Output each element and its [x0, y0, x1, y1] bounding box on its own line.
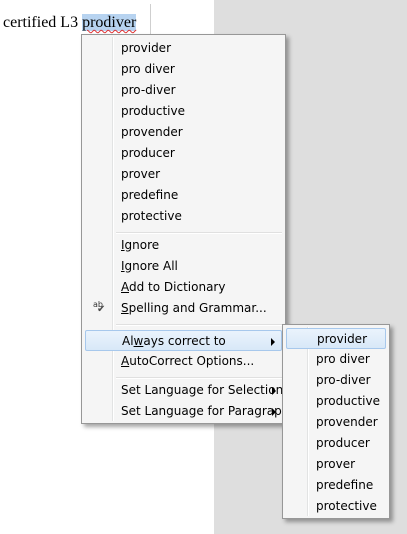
suggestion-label: prover — [121, 167, 161, 181]
spelling-check-icon: ab ✔ — [93, 300, 106, 315]
suggestion-item[interactable]: predefine — [85, 185, 282, 206]
suggestion-label: protective — [121, 209, 182, 223]
set-language-selection-label: Set Language for Selection — [121, 383, 284, 397]
set-language-selection-item[interactable]: Set Language for Selection — [85, 380, 284, 401]
autocorrect-suggestion-item[interactable]: provider — [286, 328, 386, 349]
autocorrect-suggestion-label: producer — [316, 436, 370, 450]
submenu-arrow-icon — [272, 387, 276, 395]
suggestion-label: productive — [121, 104, 185, 118]
suggestion-label: provider — [121, 41, 171, 55]
suggestion-label: provender — [121, 125, 183, 139]
spelling-context-menu: provider pro diver pro-diver productive … — [81, 34, 289, 424]
spelling-and-grammar-item[interactable]: ab ✔ Spelling and Grammar... — [85, 298, 282, 319]
menu-separator — [116, 232, 282, 234]
menu-separator — [116, 377, 282, 379]
menu-separator — [116, 324, 282, 326]
autocorrect-suggestion-label: protective — [316, 499, 377, 513]
autocorrect-suggestion-label: provider — [317, 332, 367, 346]
suggestion-item[interactable]: producer — [85, 143, 282, 164]
document-text-line[interactable]: certified L3 prodiver — [3, 14, 137, 32]
misspelled-word[interactable]: prodiver — [82, 14, 137, 31]
spelling-and-grammar-label: Spelling and Grammar... — [121, 301, 267, 315]
autocorrect-suggestion-label: productive — [316, 394, 380, 408]
submenu-arrow-icon — [271, 338, 275, 346]
autocorrect-suggestion-item[interactable]: pro-diver — [286, 370, 386, 391]
always-correct-to-item[interactable]: Always correct to — [85, 330, 282, 351]
always-correct-to-label: Always correct to — [122, 334, 226, 348]
suggestion-item[interactable]: provender — [85, 122, 282, 143]
autocorrect-suggestion-label: provender — [316, 415, 378, 429]
suggestion-label: pro diver — [121, 62, 175, 76]
autocorrect-suggestion-label: pro diver — [316, 352, 370, 366]
suggestion-label: predefine — [121, 188, 179, 202]
page-margin-guide — [150, 4, 151, 38]
autocorrect-suggestion-label: pro-diver — [316, 373, 371, 387]
suggestion-label: pro-diver — [121, 83, 176, 97]
suggestion-label: producer — [121, 146, 175, 160]
autocorrect-suggestion-item[interactable]: producer — [286, 433, 386, 454]
set-language-paragraph-item[interactable]: Set Language for Paragraph — [85, 401, 289, 422]
autocorrect-suggestion-item[interactable]: productive — [286, 391, 386, 412]
autocorrect-suggestion-item[interactable]: protective — [286, 496, 386, 517]
autocorrect-suggestion-label: prover — [316, 457, 356, 471]
ignore-all-label: Ignore All — [121, 259, 178, 273]
autocorrect-suggestion-item[interactable]: prover — [286, 454, 386, 475]
ignore-all-item[interactable]: Ignore All — [85, 256, 282, 277]
autocorrect-options-item[interactable]: AutoCorrect Options... — [85, 351, 282, 372]
always-correct-submenu: provider pro diver pro-diver productive … — [282, 324, 390, 519]
suggestion-item[interactable]: pro diver — [85, 59, 282, 80]
submenu-arrow-icon — [272, 408, 276, 416]
autocorrect-suggestion-item[interactable]: predefine — [286, 475, 386, 496]
ignore-label: Ignore — [121, 238, 160, 252]
suggestion-item[interactable]: pro-diver — [85, 80, 282, 101]
suggestion-item[interactable]: productive — [85, 101, 282, 122]
set-language-paragraph-label: Set Language for Paragraph — [121, 404, 290, 418]
add-to-dictionary-item[interactable]: Add to Dictionary — [85, 277, 282, 298]
suggestion-item[interactable]: prover — [85, 164, 282, 185]
add-to-dictionary-label: Add to Dictionary — [121, 280, 226, 294]
autocorrect-options-label: AutoCorrect Options... — [121, 354, 255, 368]
ignore-item[interactable]: Ignore — [85, 235, 282, 256]
autocorrect-suggestion-item[interactable]: provender — [286, 412, 386, 433]
document-text: certified L3 — [3, 14, 83, 31]
suggestion-item[interactable]: protective — [85, 206, 282, 227]
suggestion-item[interactable]: provider — [85, 38, 282, 59]
autocorrect-suggestion-label: predefine — [316, 478, 374, 492]
autocorrect-suggestion-item[interactable]: pro diver — [286, 349, 386, 370]
